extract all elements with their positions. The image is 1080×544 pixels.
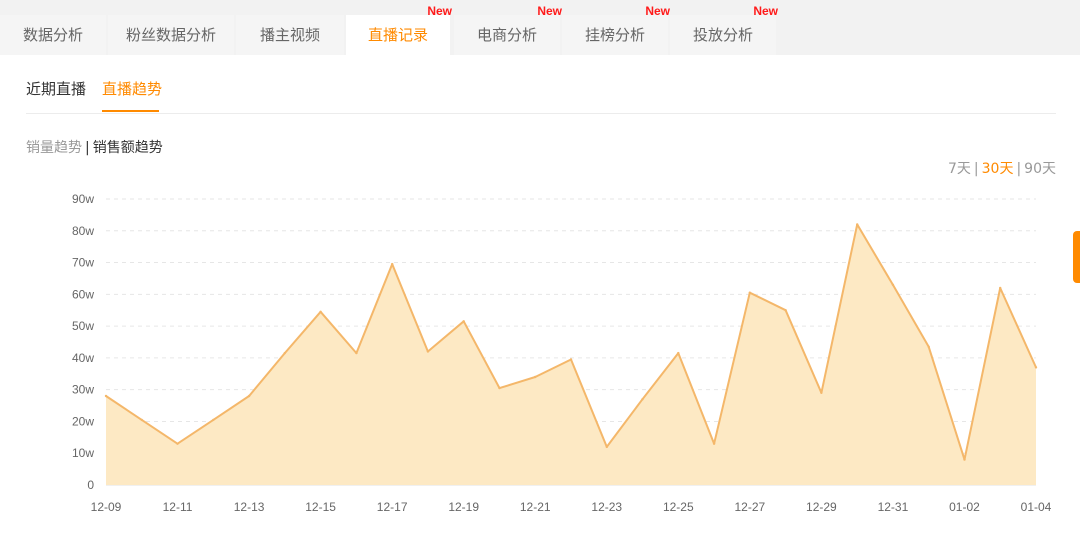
data-point: [104, 394, 108, 398]
x-tick-label: 01-04: [1021, 500, 1052, 514]
subtab-live-trend[interactable]: 直播趋势: [102, 78, 162, 100]
data-point: [891, 283, 895, 286]
x-tick-label: 12-29: [806, 500, 837, 514]
data-point: [176, 442, 179, 445]
data-point: [927, 345, 930, 348]
x-tick-label: 12-21: [520, 500, 551, 514]
tab-label: 粉丝数据分析: [125, 26, 216, 44]
y-tick-label: 50w: [72, 319, 94, 333]
tab-label: 投放分析: [692, 26, 753, 44]
tab-6[interactable]: 挂榜分析 New: [562, 4, 670, 55]
new-badge: New: [753, 4, 778, 18]
metric-option-sales-volume[interactable]: 销量趋势: [26, 140, 82, 156]
new-badge: New: [537, 4, 562, 18]
metric-separator: |: [85, 140, 90, 156]
tab-2[interactable]: 粉丝数据分析: [108, 15, 234, 55]
data-point: [140, 418, 143, 422]
x-tick-label: 12-09: [91, 500, 122, 514]
range-option-7d[interactable]: 7天: [948, 161, 971, 177]
data-point: [605, 445, 608, 449]
y-tick-label: 90w: [72, 192, 94, 206]
tab-label: 电商分析: [476, 26, 537, 44]
subtab-recent-live[interactable]: 近期直播: [26, 78, 86, 100]
data-point: [748, 291, 751, 294]
tab-7[interactable]: 投放分析 New: [670, 4, 778, 55]
y-tick-label: 0: [87, 478, 94, 492]
y-tick-label: 80w: [72, 224, 94, 238]
range-option-30d[interactable]: 30天: [982, 161, 1014, 177]
tab-label: 挂榜分析: [584, 26, 645, 44]
data-point: [641, 398, 644, 401]
data-point: [498, 386, 501, 390]
y-axis-labels: 0 10w 20w 30w 40w 50w 60w 70w 80w 90w: [72, 192, 94, 492]
tab-label: 直播记录: [367, 26, 428, 44]
x-tick-label: 12-23: [591, 500, 622, 514]
data-point: [963, 458, 966, 461]
x-tick-label: 12-25: [663, 500, 694, 514]
x-tick-label: 12-31: [878, 500, 909, 514]
tab-4[interactable]: 直播记录 New: [346, 4, 452, 55]
data-point: [391, 262, 394, 266]
data-point: [355, 351, 358, 355]
tab-label: 数据分析: [22, 26, 83, 44]
data-point: [426, 350, 430, 353]
range-separator: |: [973, 161, 979, 177]
range-toggle: 7天 | 30天 | 90天: [948, 159, 1056, 179]
y-tick-label: 10w: [72, 446, 94, 460]
x-axis-labels: 12-09 12-11 12-13 12-15 12-17 12-19 12-21 12-23…: [91, 500, 1052, 514]
data-point: [319, 310, 322, 313]
data-point: [784, 309, 787, 312]
x-tick-label: 12-19: [448, 500, 479, 514]
new-badge: New: [427, 4, 452, 18]
y-tick-label: 70w: [72, 256, 94, 270]
data-point: [247, 394, 251, 398]
data-point: [283, 351, 286, 355]
data-point: [856, 223, 859, 226]
data-point: [462, 320, 465, 323]
x-tick-label: 01-02: [949, 500, 980, 514]
range-option-90d[interactable]: 90天: [1024, 161, 1056, 177]
data-point: [534, 375, 537, 379]
y-tick-label: 20w: [72, 414, 94, 428]
tab-5[interactable]: 电商分析 New: [454, 4, 562, 55]
data-point: [820, 391, 823, 394]
subtab-active-underline: [102, 110, 159, 112]
new-badge: New: [645, 4, 670, 18]
x-tick-label: 12-15: [305, 500, 336, 514]
y-tick-label: 40w: [72, 351, 94, 365]
range-separator: |: [1016, 161, 1022, 177]
tab-1[interactable]: 数据分析: [0, 15, 106, 55]
data-point: [569, 358, 573, 361]
metric-option-sales-amount[interactable]: 销售额趋势: [93, 140, 163, 156]
sales-amount-trend-chart: 010w20w30w40w50w60w70w80w90w 12-09 12-11 1…: [72, 192, 1052, 514]
data-point: [999, 286, 1002, 290]
x-tick-label: 12-13: [234, 500, 265, 514]
y-tick-label: 30w: [72, 383, 94, 397]
x-tick-label: 12-17: [377, 500, 408, 514]
data-point: [1034, 366, 1038, 369]
x-tick-label: 12-27: [734, 500, 765, 514]
tab-label: 播主视频: [259, 26, 320, 44]
data-point: [212, 418, 215, 422]
x-tick-label: 12-11: [163, 500, 193, 514]
data-point: [712, 442, 716, 445]
tab-3[interactable]: 播主视频: [236, 15, 344, 55]
subtab-divider: [26, 113, 1056, 114]
data-point: [677, 351, 680, 355]
series-area-fill: [106, 224, 1036, 485]
metric-toggle: 销量趋势 | 销售额趋势: [26, 138, 163, 158]
top-nav: 数据分析 粉丝数据分析 播主视频 直播记录 New 电商分析 New 挂榜分析 New 投放分析 N…: [0, 0, 1080, 55]
y-tick-label: 60w: [72, 287, 94, 301]
